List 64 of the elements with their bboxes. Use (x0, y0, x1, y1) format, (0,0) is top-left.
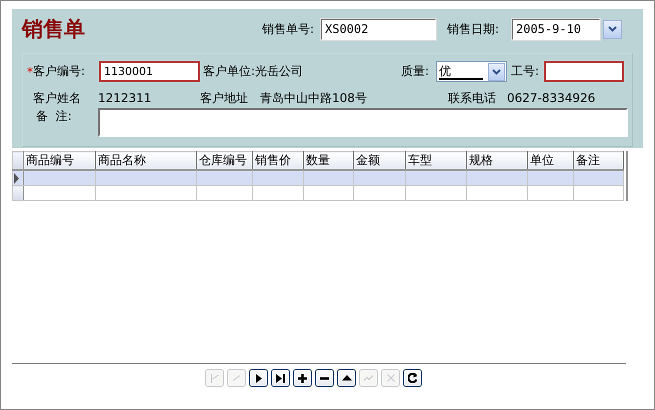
required-mark: * (27, 64, 33, 78)
field-label: 质量: (401, 63, 430, 80)
field-label: 工号: (511, 63, 540, 80)
field-label: 销售单号: (262, 20, 316, 38)
cancel-icon (386, 374, 394, 382)
table-cell (466, 170, 528, 186)
up-triangle-icon (342, 375, 352, 381)
date-field[interactable]: 2005-9-10 (512, 18, 600, 40)
quality-dropdown[interactable]: 优 (436, 61, 507, 82)
chevron-down-icon (492, 68, 501, 74)
field-label: 客户地址 (200, 90, 249, 106)
column-header[interactable]: 车型 (406, 152, 466, 170)
table-cell (528, 186, 574, 200)
table-cell (354, 170, 406, 186)
field-label: 客户编号: (33, 63, 86, 80)
navigator-button[interactable] (271, 369, 290, 387)
first-record-icon (210, 374, 218, 382)
plus-icon (298, 374, 307, 382)
table-cell (528, 170, 574, 186)
column-header[interactable]: 仓库编号 (196, 152, 252, 170)
table-cell (574, 170, 624, 186)
play-icon (256, 374, 262, 382)
table-cell (252, 170, 304, 186)
column-header[interactable]: 备注 (574, 152, 624, 170)
remarks-field[interactable] (98, 108, 628, 137)
dropdown-button[interactable] (603, 20, 622, 38)
column-header[interactable]: 规格 (466, 152, 528, 170)
order-number-field[interactable]: XS0002 (321, 18, 436, 40)
navigator-button[interactable] (337, 369, 356, 387)
phone-number: 0627-8334926 (507, 91, 596, 105)
table-cell (354, 186, 406, 200)
column-header[interactable]: 数量 (304, 152, 354, 170)
column-header[interactable]: 金额 (354, 152, 406, 170)
navigator-button[interactable] (293, 369, 312, 387)
table-cell (304, 186, 354, 200)
field-label: 客户姓名 (32, 90, 82, 106)
table-cell (196, 186, 252, 200)
column-header[interactable]: 销售价 (252, 152, 304, 170)
customer-address: 青岛中山中路108号 (260, 90, 368, 106)
field-label: 备 注: (35, 108, 73, 125)
navigator-button[interactable] (249, 369, 268, 387)
table-cell (406, 170, 466, 186)
customer-code-field[interactable]: 1130001 (99, 61, 200, 82)
table-cell (304, 170, 354, 186)
navigator-button[interactable] (403, 369, 422, 387)
table-cell (196, 170, 252, 186)
customer-unit: 客户单位:光岳公司 (203, 63, 304, 80)
refresh-icon (408, 373, 418, 383)
table-cell (466, 186, 528, 200)
form-title: 销售单 (22, 16, 86, 43)
skip-to-end-icon (276, 374, 285, 382)
minus-icon (320, 376, 329, 380)
chevron-down-icon (608, 26, 617, 32)
column-header[interactable]: 商品名称 (96, 152, 196, 170)
navigator-button[interactable] (315, 369, 334, 387)
table-cell (252, 186, 304, 200)
field-label: 联系电话 (448, 90, 497, 106)
worker-number-field[interactable] (544, 61, 624, 82)
table-cell (574, 186, 624, 200)
table-cell (406, 186, 466, 200)
customer-name: 1212311 (98, 91, 152, 105)
field-label: 销售日期: (447, 20, 500, 38)
column-header[interactable]: 单位 (528, 152, 574, 170)
column-header[interactable]: 商品编号 (24, 152, 96, 170)
